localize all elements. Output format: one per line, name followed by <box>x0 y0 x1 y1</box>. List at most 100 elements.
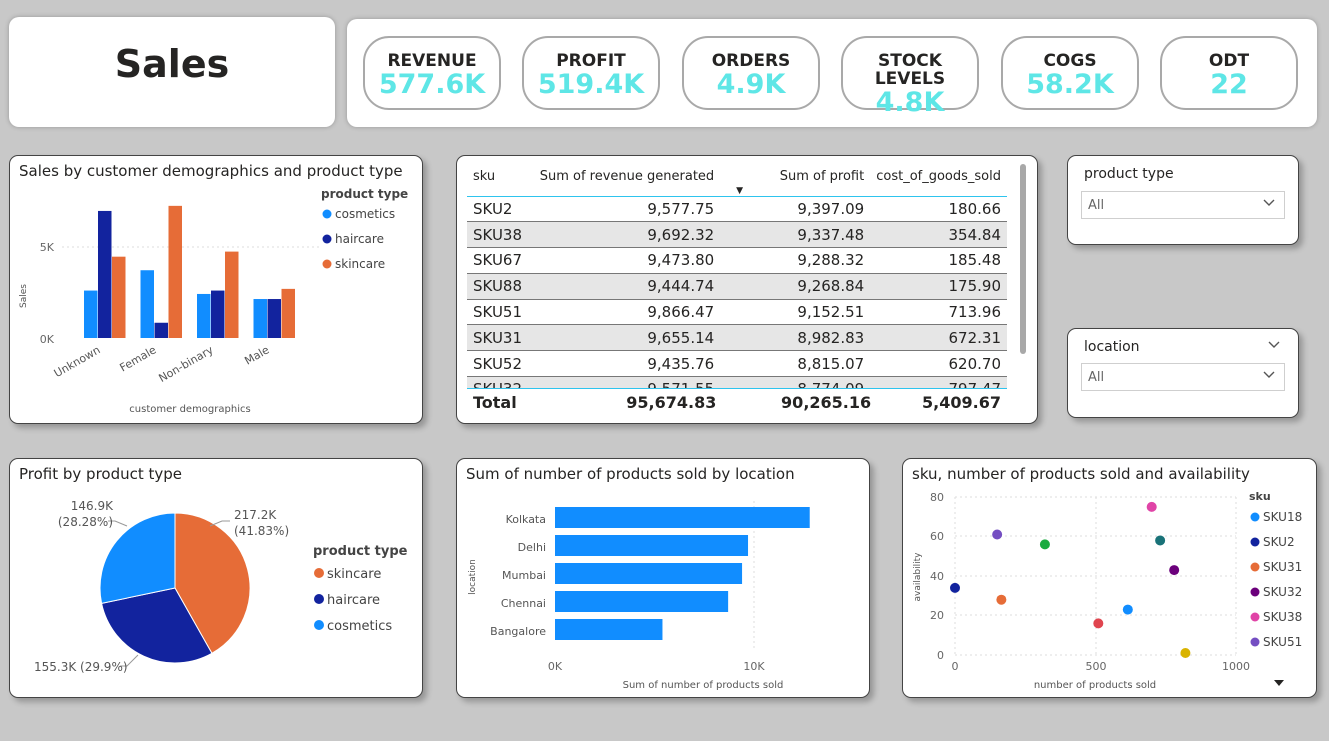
table-row[interactable]: SKU52 9,435.76 8,815.07 620.70 <box>467 350 1007 378</box>
cell-profit: 9,337.48 <box>720 221 871 249</box>
cell-sku: SKU88 <box>467 273 529 300</box>
product-type-dropdown[interactable]: All <box>1081 191 1285 219</box>
kpi-card-stock-levels[interactable]: STOCK LEVELS 4.8K <box>841 36 979 118</box>
scatter-point[interactable] <box>1122 604 1133 615</box>
cell-profit: 9,268.84 <box>720 273 871 300</box>
sales-demographics-visual[interactable]: Sales by customer demographics and produ… <box>9 155 423 424</box>
sku-table: sku Sum of revenue generated Sum of prof… <box>467 158 1007 389</box>
kpi-card-cogs[interactable]: COGS 58.2K <box>1001 36 1139 110</box>
kpi-card-odt[interactable]: ODT 22 <box>1160 36 1298 110</box>
slicer-label: product type <box>1084 166 1174 182</box>
legend-title: product type <box>321 187 408 201</box>
bar-skincare-female[interactable] <box>168 205 183 338</box>
legend-item-sku31[interactable]: SKU31 <box>1263 560 1302 574</box>
bar-haircare-male[interactable] <box>267 299 282 338</box>
legend-item-sku38[interactable]: SKU38 <box>1263 610 1302 624</box>
legend-item-sku32[interactable]: SKU32 <box>1263 585 1302 599</box>
y-axis-title: Sales <box>19 284 29 308</box>
cell-revenue: 9,473.80 <box>528 247 721 274</box>
bar-chennai[interactable] <box>555 591 729 612</box>
legend-item[interactable]: cosmetics <box>327 619 392 634</box>
bar-cosmetics-female[interactable] <box>140 270 155 338</box>
chevron-down-icon[interactable] <box>1267 338 1281 352</box>
profit-pie-chart: 217.2K (41.83%) 146.9K (28.28%) 155.3K (… <box>34 499 408 674</box>
scatter-point[interactable] <box>1169 565 1180 576</box>
legend-item[interactable]: cosmetics <box>335 207 395 221</box>
scatter-point[interactable] <box>992 529 1003 540</box>
bar-cosmetics-unknown[interactable] <box>84 290 98 338</box>
bar-skincare-non-binary[interactable] <box>225 251 239 338</box>
table-row[interactable]: SKU31 9,655.14 8,982.83 672.31 <box>467 324 1007 352</box>
bar-haircare-non-binary[interactable] <box>211 290 225 338</box>
total-profit: 90,265.16 <box>781 393 872 413</box>
cell-revenue: 9,692.32 <box>528 221 721 249</box>
bar-cosmetics-non-binary[interactable] <box>197 293 211 338</box>
legend-item[interactable]: haircare <box>327 593 380 608</box>
kpi-value: 519.4K <box>537 69 645 100</box>
table-row[interactable]: SKU88 9,444.74 9,268.84 175.90 <box>467 273 1007 300</box>
cell-cogs: 185.48 <box>870 247 1007 274</box>
bar-bangalore[interactable] <box>555 619 663 640</box>
legend-item[interactable]: haircare <box>335 232 384 246</box>
y-tick-label: Kolkata <box>506 513 546 526</box>
table-row[interactable]: SKU67 9,473.80 9,288.32 185.48 <box>467 247 1007 274</box>
bar-cosmetics-male[interactable] <box>253 299 268 338</box>
scatter-visual[interactable]: sku, number of products sold and availab… <box>902 458 1317 698</box>
profit-pie-visual[interactable]: Profit by product type 217.2K (41.83%) 1… <box>9 458 423 698</box>
legend-item-sku2[interactable]: SKU2 <box>1263 535 1295 549</box>
cell-sku: SKU31 <box>467 324 529 352</box>
location-slicer[interactable]: location All <box>1067 328 1299 418</box>
total-revenue: 95,674.83 <box>626 393 717 413</box>
table-row[interactable]: SKU2 9,577.75 9,397.09 180.66 <box>467 196 1007 223</box>
location-bar-visual[interactable]: Sum of number of products sold by locati… <box>456 458 870 698</box>
bar-skincare-unknown[interactable] <box>112 256 126 338</box>
cell-revenue: 9,444.74 <box>528 273 721 300</box>
sku-table-visual[interactable]: sku Sum of revenue generated Sum of prof… <box>456 155 1038 424</box>
legend-title: sku <box>1249 490 1271 503</box>
x-axis-title: number of products sold <box>1034 680 1156 691</box>
scatter-point[interactable] <box>950 582 960 593</box>
scatter-point[interactable] <box>1146 501 1157 512</box>
table-scroll-area[interactable]: sku Sum of revenue generated Sum of prof… <box>467 158 1007 389</box>
legend-marker-skincare <box>314 568 324 578</box>
legend-marker-haircare <box>314 594 324 604</box>
scatter-legend: SKU18 SKU2 SKU31 SKU32 SKU38 SKU51 <box>1250 510 1302 649</box>
data-label: (28.28%) <box>58 515 113 529</box>
legend-scroll-down-icon[interactable] <box>1274 680 1284 686</box>
scatter-point[interactable] <box>996 594 1007 605</box>
column-header-profit[interactable]: Sum of profit ▼ <box>720 158 871 197</box>
legend-item[interactable]: skincare <box>335 257 385 271</box>
y-tick-label: 0K <box>40 333 55 346</box>
table-row[interactable]: SKU51 9,866.47 9,152.51 713.96 <box>467 299 1007 326</box>
bar-kolkata[interactable] <box>555 507 810 528</box>
location-dropdown[interactable]: All <box>1081 363 1285 391</box>
legend-marker <box>1250 612 1260 622</box>
vertical-scrollbar[interactable] <box>1020 164 1026 354</box>
table-row[interactable]: SKU38 9,692.32 9,337.48 354.84 <box>467 221 1007 249</box>
product-type-slicer[interactable]: product type All <box>1067 155 1299 245</box>
bar-haircare-female[interactable] <box>154 322 169 338</box>
scatter-point[interactable] <box>1155 535 1166 546</box>
sku-scatter-chart: availability 80 60 40 20 0 0 500 1000 nu… <box>913 490 1302 691</box>
column-header-revenue[interactable]: Sum of revenue generated <box>528 158 721 197</box>
bar-mumbai[interactable] <box>555 563 743 584</box>
legend-item[interactable]: skincare <box>327 567 381 582</box>
kpi-card-profit[interactable]: PROFIT 519.4K <box>522 36 660 110</box>
scatter-point[interactable] <box>1093 618 1104 629</box>
cell-profit: 9,152.51 <box>720 299 871 326</box>
kpi-card-orders[interactable]: ORDERS 4.9K <box>682 36 820 110</box>
kpi-card-revenue[interactable]: REVENUE 577.6K <box>363 36 501 110</box>
scatter-point[interactable] <box>1180 648 1191 659</box>
legend-item-sku18[interactable]: SKU18 <box>1263 510 1302 524</box>
bar-skincare-male[interactable] <box>281 288 296 338</box>
x-axis-title: customer demographics <box>129 404 250 415</box>
table-total: Total 95,674.83 90,265.16 5,409.67 <box>467 390 1007 416</box>
bar-haircare-unknown[interactable] <box>98 210 112 338</box>
column-header-sku[interactable]: sku <box>467 158 529 197</box>
bar-delhi[interactable] <box>555 535 749 556</box>
scatter-point[interactable] <box>1039 539 1050 550</box>
legend-item-sku51[interactable]: SKU51 <box>1263 635 1302 649</box>
cell-revenue: 9,866.47 <box>528 299 721 326</box>
column-header-cogs[interactable]: cost_of_goods_sold <box>870 158 1007 197</box>
y-axis-title: availability <box>913 552 923 602</box>
